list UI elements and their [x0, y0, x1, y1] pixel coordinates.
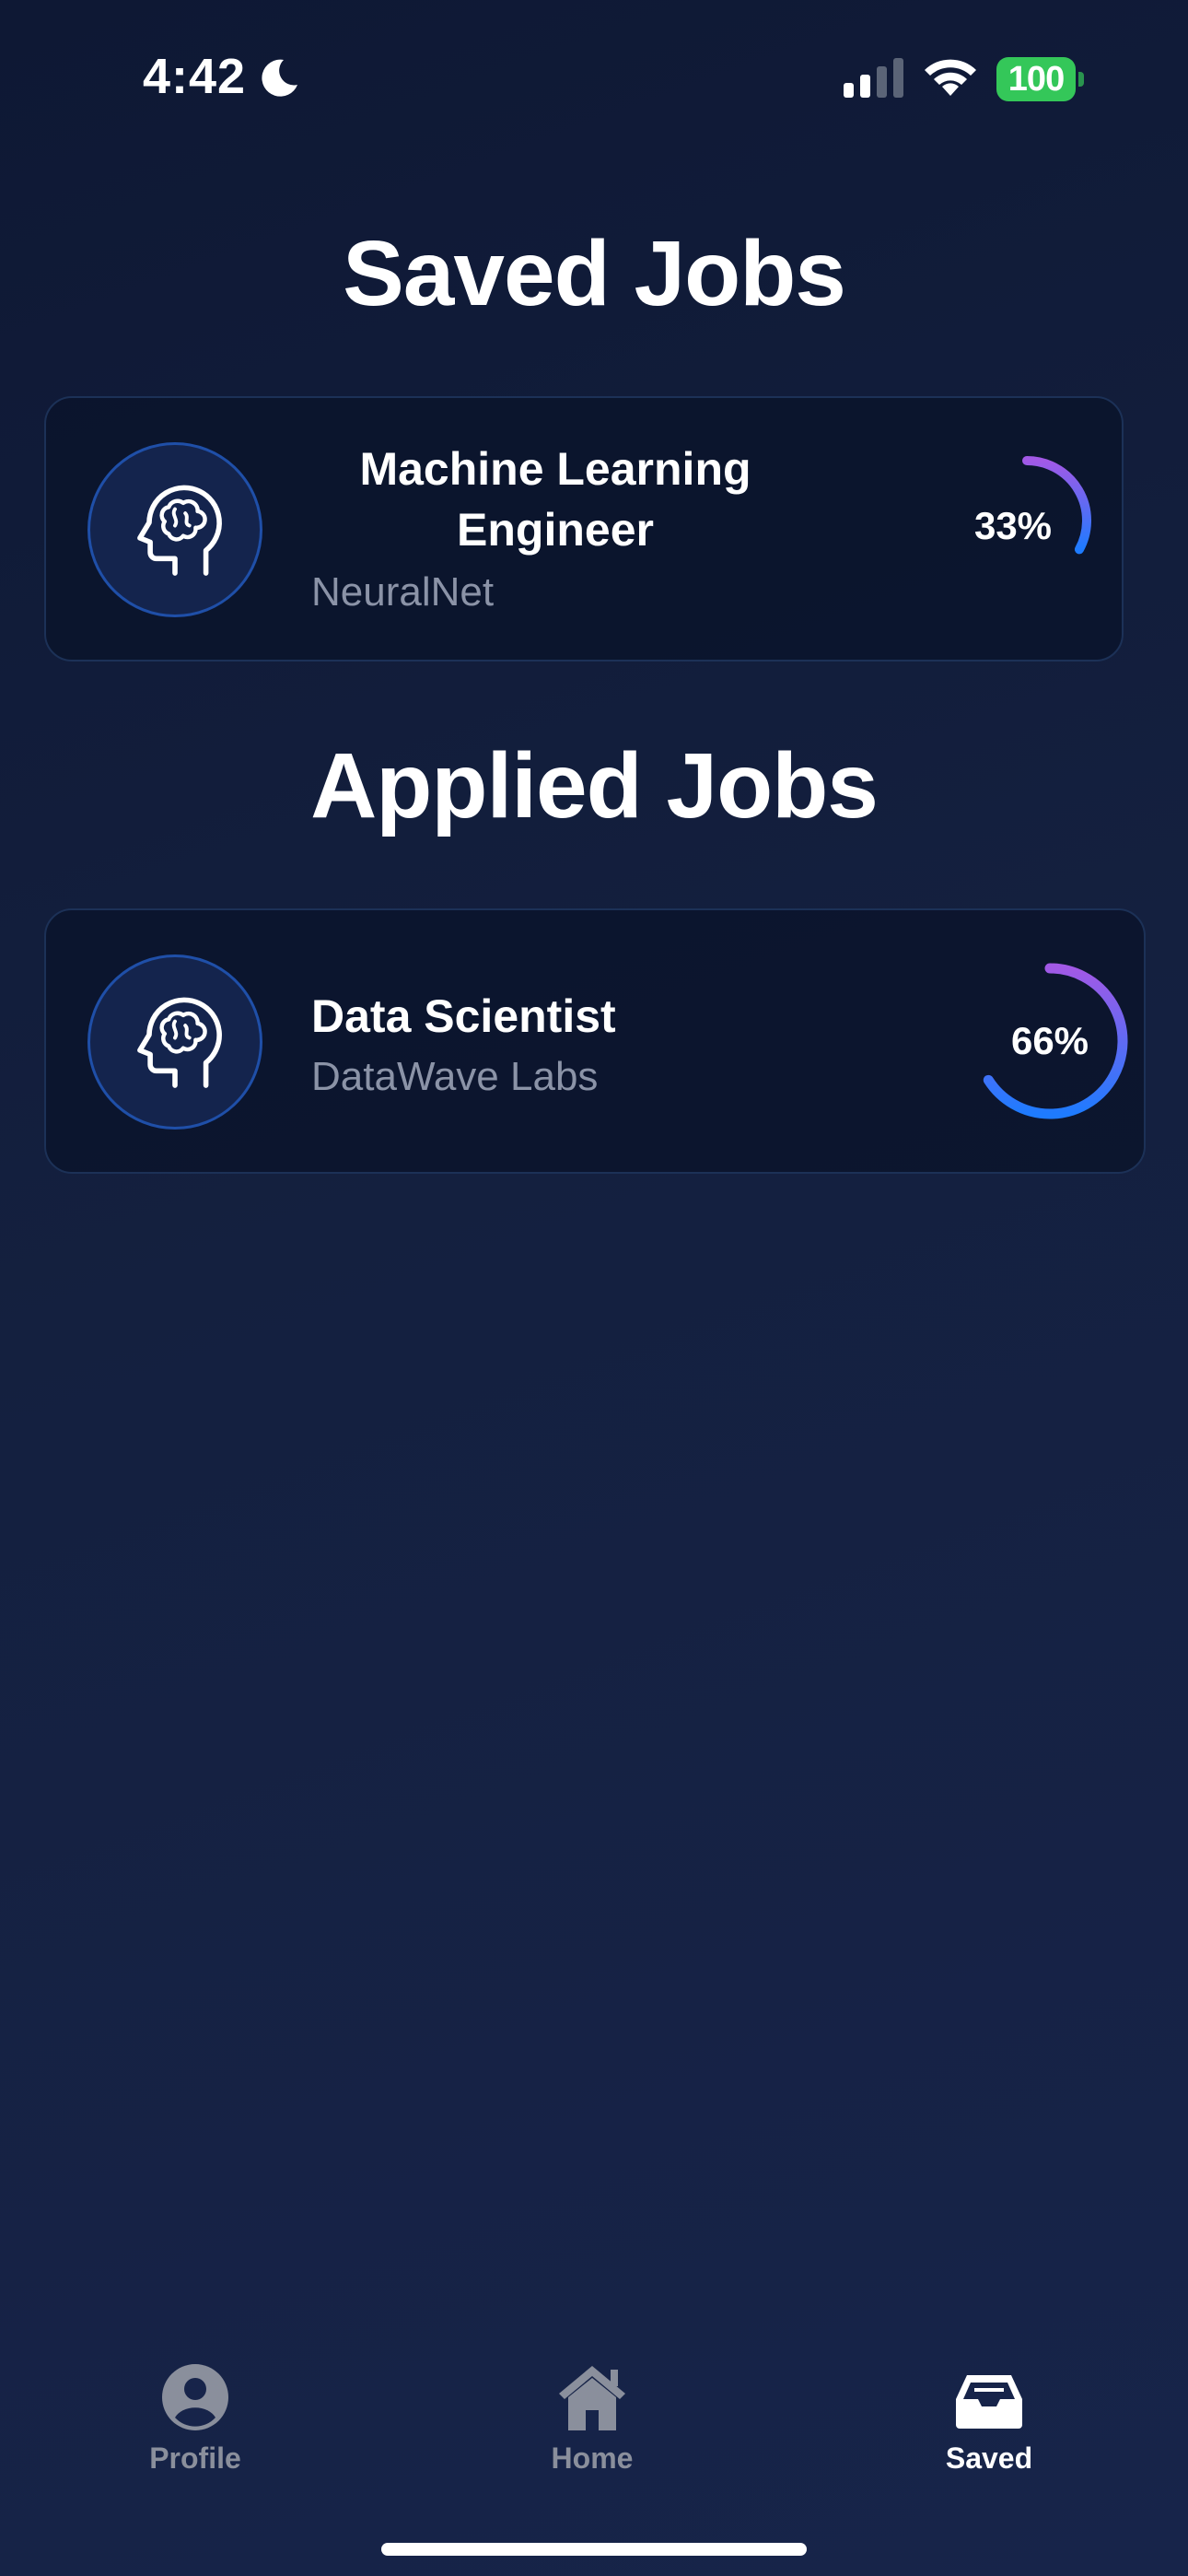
company-name: DataWave Labs: [311, 1054, 599, 1099]
tab-saved[interactable]: Saved: [888, 2360, 1090, 2476]
job-avatar: [87, 442, 262, 617]
moon-icon: [262, 59, 297, 97]
tab-label: Profile: [149, 2441, 241, 2475]
applied-job-card[interactable]: Data Scientist DataWave Labs 66%: [44, 908, 1146, 1174]
company-name: NeuralNet: [311, 569, 495, 615]
status-time: 4:42: [143, 49, 247, 104]
battery-tip: [1078, 72, 1084, 87]
brain-head-icon: [137, 485, 222, 576]
tab-label: Saved: [945, 2441, 1033, 2475]
applied-jobs-title: Applied Jobs: [310, 734, 879, 837]
inbox-tray-icon: [956, 2375, 1022, 2429]
home-indicator: [381, 2543, 807, 2556]
match-percent-label: 66%: [1010, 1019, 1089, 1062]
cellular-signal-icon: [844, 58, 903, 98]
battery-level: 100: [996, 57, 1076, 101]
tab-label: Home: [551, 2441, 634, 2475]
tab-home[interactable]: Home: [491, 2360, 693, 2476]
tab-profile[interactable]: Profile: [94, 2360, 297, 2476]
job-title: Machine Learning Engineer: [293, 439, 818, 560]
saved-jobs-title: Saved Jobs: [343, 222, 846, 325]
job-avatar: [87, 954, 262, 1130]
brain-head-icon: [137, 997, 222, 1088]
battery-indicator: 100: [996, 57, 1085, 101]
job-title-line-1: Machine Learning: [359, 443, 751, 495]
job-title-line-2: Engineer: [457, 504, 654, 556]
wifi-icon: [925, 59, 976, 96]
home-icon: [559, 2366, 625, 2430]
match-percent-label: 33%: [973, 504, 1053, 547]
job-title: Data Scientist: [311, 990, 616, 1042]
saved-job-card[interactable]: Machine Learning Engineer NeuralNet 33%: [44, 396, 1124, 662]
profile-icon: [162, 2364, 228, 2430]
